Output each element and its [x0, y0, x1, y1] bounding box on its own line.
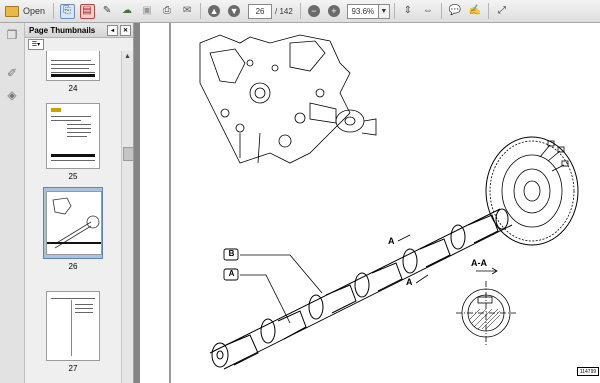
folder-icon — [5, 5, 19, 17]
thumbnail-label: 26 — [68, 262, 78, 271]
save-icon: ▣ — [142, 5, 152, 16]
zoom-out-button[interactable]: − — [305, 2, 323, 20]
email-button[interactable]: ✉ — [178, 2, 196, 20]
combine-files-icon: ▤ — [79, 3, 95, 19]
thumbnail-image — [46, 291, 100, 361]
section-arrow-label-upper: A — [388, 236, 395, 246]
thumbnail-selection — [43, 187, 103, 259]
full-screen-button[interactable]: ⤢ — [493, 2, 511, 20]
paperclip-icon: ✐ — [6, 66, 18, 80]
section-label: A-A — [471, 258, 487, 268]
sign-icon: ✍ — [468, 5, 482, 16]
callout-a: A — [228, 269, 235, 278]
thumbnail-label: 27 — [68, 364, 78, 373]
thumbnail-image — [46, 103, 100, 169]
thumbnail-page-24[interactable]: 24 — [45, 51, 101, 93]
page-number-wrapper: 26 / 142 — [248, 2, 296, 20]
options-menu-button[interactable]: ☰▾ — [28, 39, 44, 50]
thumbnail-options-row: ☰▾ — [25, 38, 133, 51]
attachments-tab[interactable]: ✐ — [4, 65, 20, 81]
scroll-up-icon[interactable]: ▲ — [122, 51, 133, 62]
toolbar-separator — [393, 3, 395, 19]
thumbnail-label: 24 — [68, 84, 78, 93]
previous-page-button[interactable]: ▲ — [205, 2, 223, 20]
fit-page-button[interactable]: ⇕ — [399, 2, 417, 20]
thumbnail-page-27[interactable]: 27 — [45, 291, 101, 373]
pdf-page: B A A-A A A 114799 — [140, 23, 600, 383]
print-button[interactable]: ⎙ — [158, 2, 176, 20]
toolbar-separator — [53, 3, 55, 19]
comment-button[interactable]: 💬 — [446, 2, 464, 20]
envelope-icon: ✉ — [182, 5, 192, 16]
thumbnail-page-26[interactable]: 26 — [43, 187, 103, 271]
arrow-up-icon: ▲ — [208, 5, 221, 17]
thumbnails-panel-title: Page Thumbnails — [29, 25, 96, 35]
camshaft-diagram — [169, 23, 579, 383]
thumbnails-list: 24 25 26 27 — [25, 51, 121, 383]
zoom-in-button[interactable]: + — [325, 2, 343, 20]
fit-width-button[interactable]: ⇔ — [419, 2, 437, 20]
edit-button[interactable]: ✎ — [98, 2, 116, 20]
toolbar-separator — [487, 3, 489, 19]
toolbar-separator — [200, 3, 202, 19]
save-button[interactable]: ▣ — [138, 2, 156, 20]
create-pdf-icon: ⎘ — [59, 3, 75, 19]
thumbnail-image — [46, 191, 102, 255]
thumbnails-panel-header: Page Thumbnails ◂ ✕ — [25, 23, 133, 38]
collapse-panel-button[interactable]: ◂ — [107, 24, 118, 36]
plus-icon: + — [327, 5, 340, 17]
page-thumbnails-tab[interactable]: ❐ — [4, 27, 20, 43]
expand-icon: ⤢ — [497, 5, 506, 16]
open-button[interactable]: Open — [1, 2, 49, 20]
toolbar-separator — [440, 3, 442, 19]
figure-id: 114799 — [577, 367, 599, 376]
thumbnails-panel: Page Thumbnails ◂ ✕ ☰▾ 24 25 26 27 ▲ — [25, 23, 134, 383]
speech-bubble-icon: 💬 — [448, 5, 462, 16]
zoom-value[interactable]: 93.6% — [346, 3, 379, 19]
thumbnail-page-25[interactable]: 25 — [45, 103, 101, 181]
callout-b: B — [228, 249, 235, 258]
pages-icon: ❐ — [6, 28, 18, 42]
combine-files-button[interactable]: ▤ — [78, 2, 96, 20]
close-panel-button[interactable]: ✕ — [120, 24, 131, 36]
document-viewport[interactable]: B A A-A A A 114799 — [134, 23, 600, 383]
thumbnail-image — [46, 51, 100, 81]
scrollbar-thumb[interactable] — [123, 147, 134, 161]
sign-button[interactable]: ✍ — [466, 2, 484, 20]
section-arrow-label-lower: A — [406, 277, 413, 287]
thumbnails-scrollbar[interactable]: ▲ — [121, 51, 134, 383]
main-toolbar: Open ⎘ ▤ ✎ ☁ ▣ ⎙ ✉ ▲ ▼ 26 / 142 − + 93.6… — [0, 0, 600, 23]
arrow-down-icon: ▼ — [228, 5, 241, 17]
page-number-input[interactable]: 26 — [248, 3, 273, 19]
create-pdf-button[interactable]: ⎘ — [58, 2, 76, 20]
fit-width-icon: ⇔ — [422, 5, 433, 16]
layers-icon: ◈ — [7, 88, 17, 102]
chevron-down-icon[interactable]: ▼ — [378, 3, 390, 19]
upload-button[interactable]: ☁ — [118, 2, 136, 20]
navigation-strip: ❐ ✐ ◈ — [0, 23, 25, 383]
pencil-icon: ✎ — [102, 5, 112, 16]
open-button-label: Open — [23, 6, 46, 16]
toolbar-separator — [299, 3, 301, 19]
page-total-label: / 142 — [275, 6, 293, 16]
cloud-upload-icon: ☁ — [122, 5, 133, 16]
next-page-button[interactable]: ▼ — [225, 2, 243, 20]
thumbnail-label: 25 — [68, 172, 78, 181]
printer-icon: ⎙ — [163, 5, 172, 16]
minus-icon: − — [307, 5, 320, 17]
zoom-select[interactable]: 93.6% ▼ — [346, 2, 390, 20]
layers-tab[interactable]: ◈ — [4, 87, 20, 103]
fit-page-icon: ⇕ — [403, 5, 413, 16]
